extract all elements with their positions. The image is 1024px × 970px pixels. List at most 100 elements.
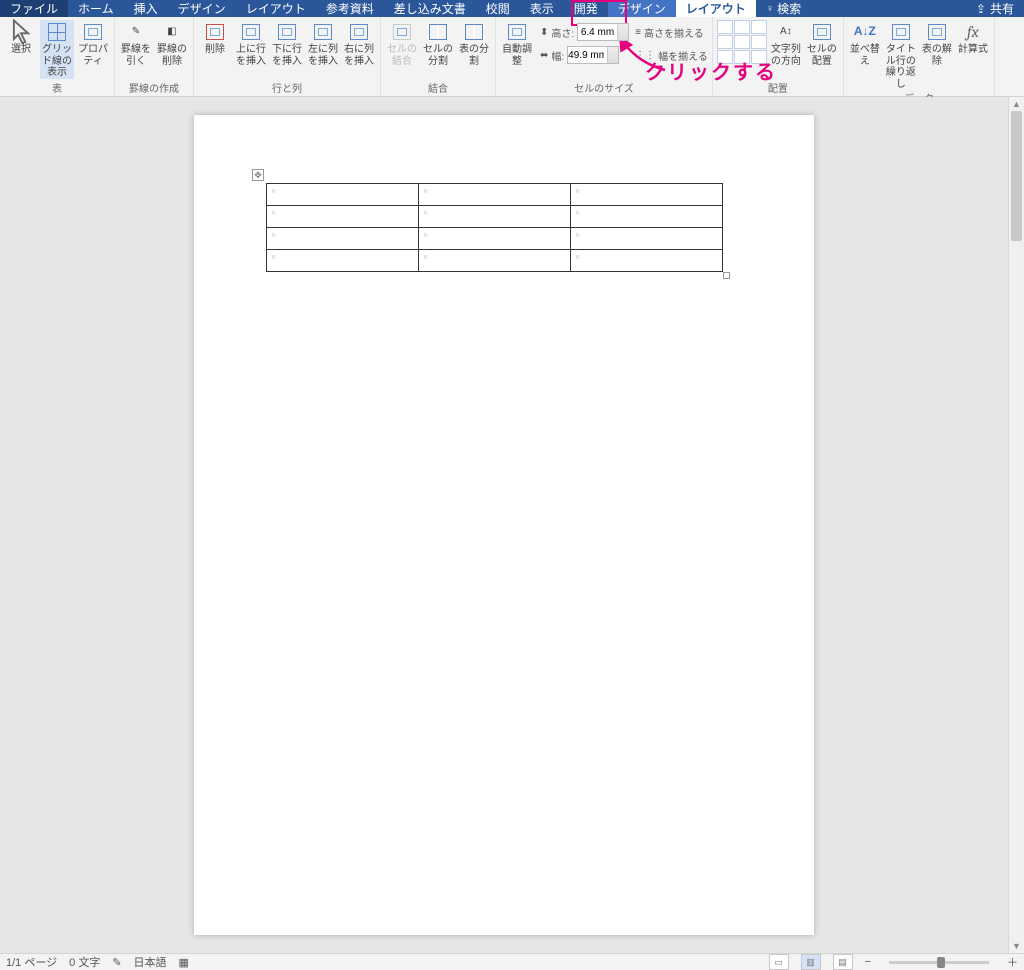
text-direction-button[interactable]: A↕文字列の方向 <box>769 20 803 67</box>
distribute-rows-button[interactable]: ≡高さを揃える <box>635 22 708 42</box>
status-macros-icon[interactable]: ▦ <box>179 956 189 969</box>
cell-margins-button[interactable]: セルの配置 <box>805 20 839 67</box>
share-button[interactable]: ⇪ 共有 <box>966 0 1024 17</box>
table-resize-handle[interactable] <box>723 272 730 279</box>
text-direction-icon: A↕ <box>776 22 796 42</box>
status-language[interactable]: 日本語 <box>134 954 167 970</box>
share-icon: ⇪ <box>976 2 986 16</box>
insert-below-icon <box>277 22 297 42</box>
col-width-input[interactable] <box>567 46 619 64</box>
status-page[interactable]: 1/1 ページ <box>6 954 57 970</box>
height-icon: ⬍ <box>540 27 548 38</box>
row-height-input[interactable] <box>577 23 629 41</box>
zoom-slider[interactable] <box>889 961 989 964</box>
group-data: A↓Z並べ替え タイトル行の繰り返し 表の解除 fx計算式 データ <box>844 17 995 96</box>
convert-to-text-button[interactable]: 表の解除 <box>920 20 954 67</box>
split-table-button[interactable]: 表の分割 <box>457 20 491 67</box>
tell-me-search[interactable]: ♀ 検索 <box>756 0 811 17</box>
formula-button[interactable]: fx計算式 <box>956 20 990 56</box>
split-cells-button[interactable]: セルの分割 <box>421 20 455 67</box>
share-label: 共有 <box>990 0 1014 17</box>
repeat-header-button[interactable]: タイトル行の繰り返し <box>884 20 918 90</box>
insert-right-button[interactable]: 右に列を挿入 <box>342 20 376 67</box>
ribbon: 選択 グリッド線の表示 プロパティ 表 ✎罫線を引く ◧罫線の削除 罫線の作成 … <box>0 17 1024 97</box>
group-draw: ✎罫線を引く ◧罫線の削除 罫線の作成 <box>115 17 194 96</box>
delete-icon <box>205 22 225 42</box>
tab-layout[interactable]: レイアウト <box>236 0 316 17</box>
page-host[interactable]: ✥ ⸰⸰⸰ ⸰⸰⸰ ⸰⸰⸰ ⸰⸰⸰ <box>0 97 1008 953</box>
zoom-thumb[interactable] <box>937 957 945 968</box>
status-word-count[interactable]: 0 文字 <box>69 954 100 970</box>
document-table[interactable]: ⸰⸰⸰ ⸰⸰⸰ ⸰⸰⸰ ⸰⸰⸰ <box>266 183 723 272</box>
delete-button[interactable]: 削除 <box>198 20 232 56</box>
status-proofing-icon[interactable]: ✎ <box>112 956 121 969</box>
eraser-icon: ◧ <box>162 22 182 42</box>
tab-review[interactable]: 校閲 <box>476 0 520 17</box>
table-row: ⸰⸰⸰ <box>267 184 723 206</box>
draw-table-button[interactable]: ✎罫線を引く <box>119 20 153 67</box>
group-merge: セルの結合 セルの分割 表の分割 結合 <box>381 17 496 96</box>
tab-table-design[interactable]: デザイン <box>608 0 676 17</box>
sort-icon: A↓Z <box>855 22 875 42</box>
insert-left-button[interactable]: 左に列を挿入 <box>306 20 340 67</box>
group-rowscols-label: 行と列 <box>272 80 302 94</box>
tab-file[interactable]: ファイル <box>0 0 68 17</box>
lightbulb-icon: ♀ <box>766 3 774 15</box>
zoom-in-button[interactable]: ＋ <box>1007 954 1018 970</box>
sort-button[interactable]: A↓Z並べ替え <box>848 20 882 67</box>
tab-insert[interactable]: 挿入 <box>124 0 168 17</box>
group-alignment: A↕文字列の方向 セルの配置 配置 <box>713 17 844 96</box>
insert-above-icon <box>241 22 261 42</box>
group-rows-cols: 削除 上に行を挿入 下に行を挿入 左に列を挿入 右に列を挿入 行と列 <box>194 17 381 96</box>
tab-home[interactable]: ホーム <box>68 0 124 17</box>
tab-table-layout[interactable]: レイアウト <box>676 0 756 17</box>
eraser-button[interactable]: ◧罫線の削除 <box>155 20 189 67</box>
scroll-up-icon[interactable]: ▲ <box>1009 97 1024 111</box>
ribbon-tabs: ファイル ホーム 挿入 デザイン レイアウト 参考資料 差し込み文書 校閲 表示… <box>0 0 1024 17</box>
view-read-mode-button[interactable]: ▭ <box>769 954 789 970</box>
insert-below-button[interactable]: 下に行を挿入 <box>270 20 304 67</box>
workspace: ✥ ⸰⸰⸰ ⸰⸰⸰ ⸰⸰⸰ ⸰⸰⸰ ▲ ▼ <box>0 97 1024 953</box>
group-cell-size: 自動調整 ⬍ 高さ: ⬌ 幅: ≡高さを揃える ⋮⋮幅を揃える セルのサイズ <box>496 17 713 96</box>
autofit-button[interactable]: 自動調整 <box>500 20 534 67</box>
group-table-label: 表 <box>52 80 62 94</box>
split-cells-icon <box>428 22 448 42</box>
distribute-cols-icon: ⋮⋮ <box>635 50 655 61</box>
insert-above-button[interactable]: 上に行を挿入 <box>234 20 268 67</box>
view-web-layout-button[interactable]: ▤ <box>833 954 853 970</box>
status-bar: 1/1 ページ 0 文字 ✎ 日本語 ▦ ▭ ▥ ▤ − ＋ <box>0 953 1024 970</box>
document-page[interactable]: ✥ ⸰⸰⸰ ⸰⸰⸰ ⸰⸰⸰ ⸰⸰⸰ <box>194 115 814 935</box>
zoom-out-button[interactable]: − <box>865 956 871 968</box>
pencil-icon: ✎ <box>126 22 146 42</box>
convert-icon <box>927 22 947 42</box>
tab-references[interactable]: 参考資料 <box>316 0 384 17</box>
gridlines-icon <box>47 22 67 42</box>
tab-developer[interactable]: 開発 <box>564 0 608 17</box>
repeat-header-icon <box>891 22 911 42</box>
group-cellsize-label: セルのサイズ <box>574 80 634 94</box>
alignment-grid[interactable] <box>717 20 767 64</box>
insert-right-icon <box>349 22 369 42</box>
table-row: ⸰⸰⸰ <box>267 206 723 228</box>
view-gridlines-button[interactable]: グリッド線の表示 <box>40 20 74 79</box>
scroll-down-icon[interactable]: ▼ <box>1009 939 1024 953</box>
group-table: 選択 グリッド線の表示 プロパティ 表 <box>0 17 115 96</box>
cursor-icon <box>11 22 31 42</box>
tab-design[interactable]: デザイン <box>168 0 236 17</box>
vertical-scrollbar[interactable]: ▲ ▼ <box>1008 97 1024 953</box>
width-icon: ⬌ <box>540 50 548 61</box>
distribute-rows-icon: ≡ <box>635 27 641 38</box>
view-print-layout-button[interactable]: ▥ <box>801 954 821 970</box>
height-label: 高さ: <box>551 25 574 40</box>
select-button[interactable]: 選択 <box>4 20 38 56</box>
merge-icon <box>392 22 412 42</box>
table-move-handle[interactable]: ✥ <box>252 169 264 181</box>
tab-view[interactable]: 表示 <box>520 0 564 17</box>
tab-mailings[interactable]: 差し込み文書 <box>384 0 476 17</box>
merge-cells-button[interactable]: セルの結合 <box>385 20 419 67</box>
cell-margins-icon <box>812 22 832 42</box>
properties-button[interactable]: プロパティ <box>76 20 110 67</box>
distribute-cols-button[interactable]: ⋮⋮幅を揃える <box>635 45 708 65</box>
tell-me-label: 検索 <box>777 0 801 17</box>
scroll-thumb[interactable] <box>1011 111 1022 241</box>
